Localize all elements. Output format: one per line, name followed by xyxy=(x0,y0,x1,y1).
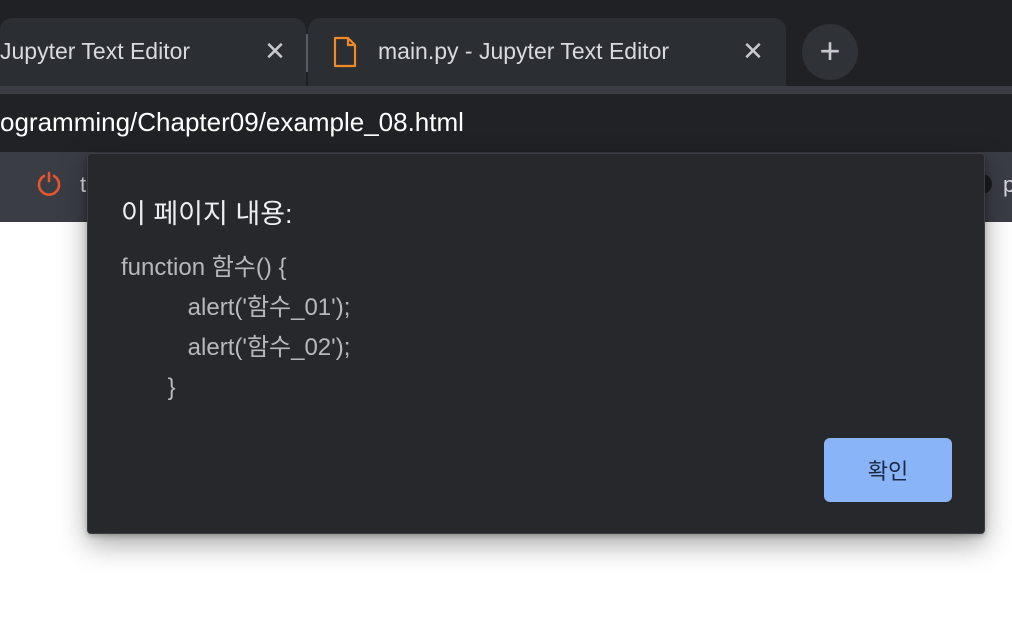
toolbar: ogramming/Chapter09/example_08.html xyxy=(0,86,1012,152)
tab-title: Jupyter Text Editor xyxy=(0,38,191,64)
bookmark-label[interactable]: t xyxy=(80,172,86,198)
alert-dialog: 이 페이지 내용: function 함수() { alert('함수_01')… xyxy=(87,153,985,534)
refresh-circle-icon[interactable] xyxy=(34,170,64,200)
tab-main-py[interactable]: main.py - Jupyter Text Editor ✕ xyxy=(308,18,786,86)
tab-title: main.py - Jupyter Text Editor xyxy=(378,38,670,64)
plus-icon[interactable]: + xyxy=(802,24,858,80)
tab-strip: Jupyter Text Editor ✕ main.py - Jupyter … xyxy=(0,0,1012,86)
address-bar[interactable]: ogramming/Chapter09/example_08.html xyxy=(0,94,1012,152)
url-text: ogramming/Chapter09/example_08.html xyxy=(0,107,464,137)
file-icon xyxy=(333,36,357,68)
close-icon[interactable]: ✕ xyxy=(736,34,770,68)
browser-window: Jupyter Text Editor ✕ main.py - Jupyter … xyxy=(0,0,1012,622)
dialog-title: 이 페이지 내용: xyxy=(121,199,293,229)
dialog-message: function 함수() { alert('함수_01'); alert('함… xyxy=(121,254,351,401)
bookmark-label[interactable]: p xyxy=(1003,172,1012,198)
ok-button[interactable]: 확인 xyxy=(824,438,952,502)
close-icon[interactable]: ✕ xyxy=(258,34,292,68)
tab-jupyter-text-editor[interactable]: Jupyter Text Editor ✕ xyxy=(0,18,306,86)
